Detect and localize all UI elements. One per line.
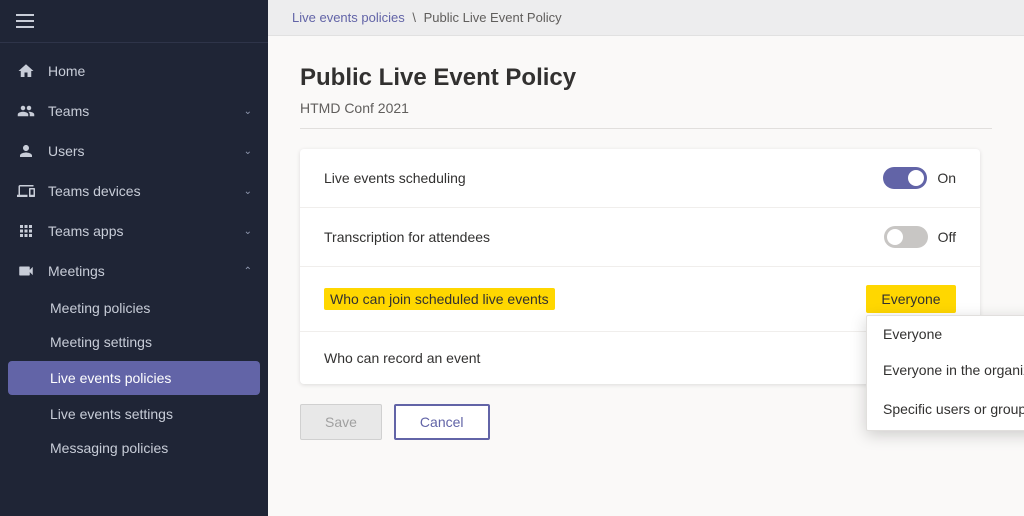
settings-row-transcription: Transcription for attendees Off xyxy=(300,208,980,267)
home-icon xyxy=(16,61,36,81)
transcription-toggle[interactable] xyxy=(884,226,928,248)
teams-chevron: ⌄ xyxy=(244,106,252,117)
transcription-toggle-label: Off xyxy=(938,229,956,245)
users-icon xyxy=(16,141,36,161)
page-area: Public Live Event Policy HTMD Conf 2021 … xyxy=(268,36,1024,516)
apps-icon xyxy=(16,221,36,241)
sidebar-item-messaging-policies[interactable]: Messaging policies xyxy=(0,431,268,465)
dropdown-option-specific-users[interactable]: Specific users or groups xyxy=(867,388,1024,430)
sidebar-nav: Home Teams ⌄ Users ⌄ Teams devices ⌄ xyxy=(0,43,268,516)
transcription-label: Transcription for attendees xyxy=(324,229,884,245)
who-can-join-highlight: Who can join scheduled live events xyxy=(324,288,555,310)
breadcrumb-parent[interactable]: Live events policies xyxy=(292,10,405,25)
dropdown-option-everyone[interactable]: Everyone xyxy=(867,316,1024,352)
sidebar-item-home[interactable]: Home xyxy=(0,51,268,91)
dropdown-menu: Everyone Everyone in the organization Sp… xyxy=(866,315,1024,431)
cancel-button[interactable]: Cancel xyxy=(394,404,490,440)
apps-chevron: ⌄ xyxy=(244,226,252,237)
sidebar-item-teams-devices-label: Teams devices xyxy=(48,183,232,199)
page-title: Public Live Event Policy xyxy=(300,64,992,92)
who-can-join-value: Everyone Everyone Everyone in the organi… xyxy=(866,285,956,313)
teams-icon xyxy=(16,101,36,121)
sidebar-item-meetings-label: Meetings xyxy=(48,263,232,279)
sidebar-item-home-label: Home xyxy=(48,63,252,79)
hamburger-menu[interactable] xyxy=(16,14,34,28)
meetings-icon xyxy=(16,261,36,281)
who-can-join-dropdown[interactable]: Everyone xyxy=(866,285,956,313)
sidebar-item-meeting-policies[interactable]: Meeting policies xyxy=(0,291,268,325)
main-content: Live events policies \ Public Live Event… xyxy=(268,0,1024,516)
sidebar-item-meeting-settings[interactable]: Meeting settings xyxy=(0,325,268,359)
policy-name: HTMD Conf 2021 xyxy=(300,100,992,129)
scheduling-label: Live events scheduling xyxy=(324,170,883,186)
settings-card: Live events scheduling On Transcription … xyxy=(300,149,980,384)
sidebar-item-meetings[interactable]: Meetings ⌃ xyxy=(0,251,268,291)
sidebar-item-teams-apps-label: Teams apps xyxy=(48,223,232,239)
dropdown-option-everyone-org[interactable]: Everyone in the organization xyxy=(867,352,1024,388)
scheduling-value: On xyxy=(883,167,956,189)
sidebar-item-users[interactable]: Users ⌄ xyxy=(0,131,268,171)
sidebar-item-teams-apps[interactable]: Teams apps ⌄ xyxy=(0,211,268,251)
scheduling-toggle[interactable] xyxy=(883,167,927,189)
sidebar: Home Teams ⌄ Users ⌄ Teams devices ⌄ xyxy=(0,0,268,516)
sidebar-item-users-label: Users xyxy=(48,143,232,159)
devices-icon xyxy=(16,181,36,201)
breadcrumb: Live events policies \ Public Live Event… xyxy=(268,0,1024,36)
sidebar-item-teams[interactable]: Teams ⌄ xyxy=(0,91,268,131)
who-can-join-label: Who can join scheduled live events xyxy=(324,291,866,307)
sidebar-item-live-events-policies[interactable]: Live events policies xyxy=(8,361,260,395)
breadcrumb-separator: \ xyxy=(409,10,420,25)
breadcrumb-current: Public Live Event Policy xyxy=(424,10,562,25)
scheduling-toggle-label: On xyxy=(937,170,956,186)
who-can-join-dropdown-wrapper: Everyone Everyone Everyone in the organi… xyxy=(866,285,956,313)
meetings-chevron: ⌃ xyxy=(244,266,252,277)
sidebar-item-teams-label: Teams xyxy=(48,103,232,119)
sidebar-header xyxy=(0,0,268,43)
sidebar-item-teams-devices[interactable]: Teams devices ⌄ xyxy=(0,171,268,211)
who-can-record-label: Who can record an event xyxy=(324,350,956,366)
devices-chevron: ⌄ xyxy=(244,186,252,197)
settings-row-who-can-join: Who can join scheduled live events Every… xyxy=(300,267,980,332)
save-button[interactable]: Save xyxy=(300,404,382,440)
settings-row-scheduling: Live events scheduling On xyxy=(300,149,980,208)
transcription-value: Off xyxy=(884,226,956,248)
users-chevron: ⌄ xyxy=(244,146,252,157)
sidebar-item-live-events-settings[interactable]: Live events settings xyxy=(0,397,268,431)
